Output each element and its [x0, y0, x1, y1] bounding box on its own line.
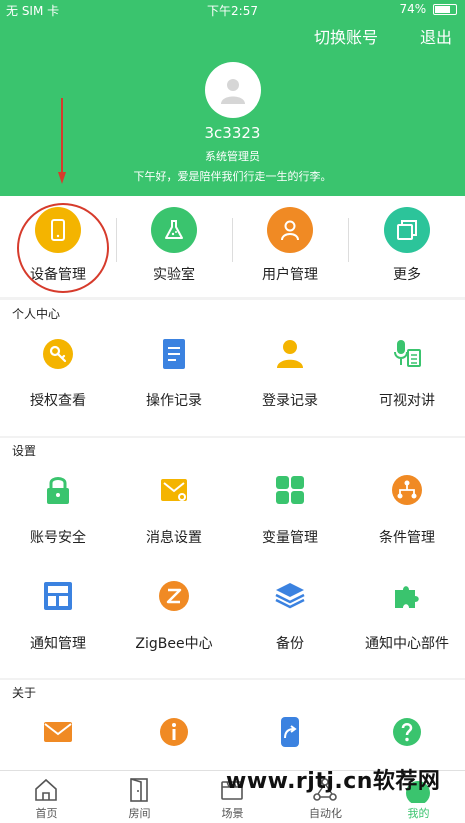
document-icon: [163, 339, 185, 369]
user-icon: [267, 207, 313, 253]
lock-icon: [47, 477, 69, 504]
watermark: www.rjtj.cn软荐网: [226, 769, 441, 794]
battery-status: 74%: [399, 2, 457, 16]
stack-icon: [384, 207, 430, 253]
grid-item-label: 变量管理: [262, 530, 318, 546]
help-icon[interactable]: [391, 716, 423, 748]
clock: 下午2:57: [207, 4, 258, 18]
key-icon: [43, 339, 73, 369]
tab-room[interactable]: 房间: [93, 771, 186, 823]
profile-header: 无 SIM 卡 下午2:57 74% 切换账号 退出 3c3323 系统管理员 …: [0, 0, 465, 196]
layout-icon: [44, 582, 72, 610]
grid-item-label: 备份: [276, 636, 304, 652]
quick-action-label: 更多: [393, 267, 421, 283]
grid-item-label: 操作记录: [146, 393, 202, 409]
tab-label: 首页: [35, 807, 58, 820]
share-icon[interactable]: [274, 716, 306, 748]
greeting: 下午好，爱是陪伴我们行走一生的行李。: [133, 170, 332, 183]
section-title: 关于: [12, 686, 37, 700]
home-icon: [35, 778, 57, 801]
intercom-icon: [394, 340, 421, 367]
grid-item-label: 可视对讲: [379, 393, 435, 409]
tab-label: 场景: [221, 807, 244, 820]
user-role: 系统管理员: [205, 150, 260, 163]
battery-icon: [433, 4, 457, 15]
door-icon: [130, 778, 148, 802]
person-icon: [277, 340, 303, 368]
avatar[interactable]: [205, 62, 261, 118]
status-bar: 无 SIM 卡 下午2:57 74%: [0, 0, 465, 20]
user-avatar-icon: [221, 79, 245, 104]
grid-item-label: 账号安全: [30, 530, 86, 546]
tab-home[interactable]: 首页: [0, 771, 93, 823]
annotation-arrow-icon: [58, 98, 66, 184]
puzzle-icon: [395, 586, 419, 608]
tab-label: 我的: [407, 807, 430, 820]
message-settings-icon: [161, 479, 187, 501]
battery-percent: 74%: [399, 2, 427, 16]
layers-icon: [275, 583, 305, 609]
grid-item-label: 消息设置: [146, 530, 202, 546]
tab-label: 自动化: [309, 807, 342, 820]
info-icon[interactable]: [158, 716, 190, 748]
zigbee-icon: [159, 581, 189, 611]
section-personal-center: 个人中心 授权查看 操作记录 登录记录 可视对讲: [0, 300, 465, 436]
annotation-circle: [17, 203, 109, 293]
quick-action-label: 用户管理: [262, 267, 318, 283]
grid-item-label: 通知管理: [30, 636, 86, 652]
quick-action-label: 实验室: [153, 267, 195, 283]
section-title: 个人中心: [12, 307, 61, 321]
tab-label: 房间: [128, 807, 151, 820]
tree-icon: [392, 475, 422, 505]
grid-item-label: 条件管理: [379, 530, 435, 546]
mail-icon[interactable]: [42, 716, 74, 748]
section-title: 设置: [12, 444, 37, 458]
grid-icon: [276, 476, 304, 504]
grid-item-label: 通知中心部件: [365, 636, 449, 652]
grid-item-label: ZigBee中心: [135, 636, 213, 652]
username: 3c3323: [204, 124, 261, 142]
section-settings: 设置 账号安全 消息设置 变量管理 条件管理 通知管理 ZigBee中心 备份 …: [0, 438, 465, 678]
flask-icon: [151, 207, 197, 253]
section-about: 关于: [0, 680, 465, 770]
switch-account-button[interactable]: 切换账号: [314, 24, 378, 48]
logout-button[interactable]: 退出: [420, 24, 452, 48]
grid-item-label: 授权查看: [30, 393, 86, 409]
grid-item-label: 登录记录: [262, 393, 318, 409]
